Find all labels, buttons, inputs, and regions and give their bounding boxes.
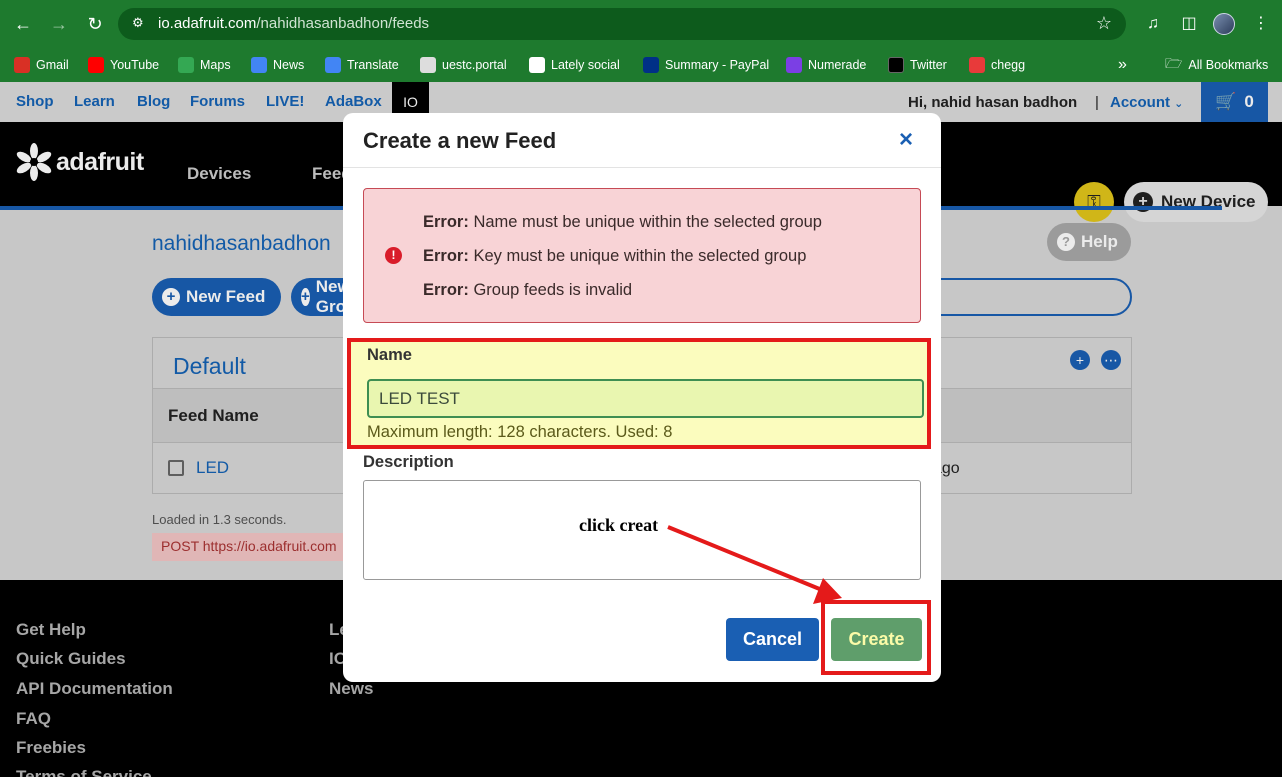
bookmark-label: Maps xyxy=(200,58,231,72)
error-text: Group feeds is invalid xyxy=(473,281,633,299)
kebab-menu-icon[interactable]: ⋮ xyxy=(1249,12,1273,36)
bookmark-maps[interactable]: Maps xyxy=(178,54,231,76)
back-arrow-icon[interactable]: ← xyxy=(12,13,34,35)
bookmark-uestc[interactable]: uestc.portal xyxy=(420,54,507,76)
cancel-button[interactable]: Cancel xyxy=(726,618,819,661)
side-panel-icon[interactable]: ◫ xyxy=(1177,12,1201,36)
bookmark-news[interactable]: News xyxy=(251,54,304,76)
bookmark-translate[interactable]: Translate xyxy=(325,54,399,76)
url-domain: io.adafruit.com xyxy=(158,15,257,32)
bookmark-twitter[interactable]: Twitter xyxy=(888,54,947,76)
url-text[interactable]: io.adafruit.com/nahidhasanbadhon/feeds xyxy=(158,15,429,32)
error-message: Error: Group feeds is invalid xyxy=(423,281,632,300)
modal-title: Create a new Feed xyxy=(363,128,557,153)
bookmark-label: chegg xyxy=(991,58,1026,72)
translate-icon xyxy=(325,57,341,73)
bookmark-label: Summary - PayPal xyxy=(665,58,770,72)
all-bookmarks[interactable]: 🗁 All Bookmarks xyxy=(1165,54,1268,76)
modal-divider xyxy=(343,167,941,168)
bookmark-label: Translate xyxy=(347,58,399,72)
bookmark-label: uestc.portal xyxy=(442,58,507,72)
name-input[interactable]: LED TEST xyxy=(367,379,924,418)
name-label: Name xyxy=(367,346,412,364)
error-text: Key must be unique within the selected g… xyxy=(473,247,807,265)
annotation-text: click creat xyxy=(579,515,659,535)
bookmark-label: Numerade xyxy=(808,58,867,72)
bookmark-star-icon[interactable]: ☆ xyxy=(1096,13,1112,34)
paypal-icon xyxy=(643,57,659,73)
site-settings-icon[interactable]: ⚙ xyxy=(132,15,150,33)
reload-icon[interactable]: ↻ xyxy=(84,13,106,35)
bookmark-chegg[interactable]: chegg xyxy=(969,54,1025,76)
youtube-icon xyxy=(88,57,104,73)
address-bar[interactable]: ⚙ io.adafruit.com/nahidhasanbadhon/feeds… xyxy=(118,8,1126,40)
error-text: Name must be unique within the selected … xyxy=(473,213,822,231)
browser-toolbar: ← → ↻ ⚙ io.adafruit.com/nahidhasanbadhon… xyxy=(0,0,1282,48)
heart-icon xyxy=(529,57,545,73)
gmail-icon xyxy=(14,57,30,73)
error-message: Error: Key must be unique within the sel… xyxy=(423,247,806,266)
bookmark-lately[interactable]: Lately social xyxy=(529,54,620,76)
bookmark-label: Twitter xyxy=(910,58,947,72)
name-length-hint: Maximum length: 128 characters. Used: 8 xyxy=(367,423,673,441)
url-path: /nahidhasanbadhon/feeds xyxy=(256,15,430,32)
error-prefix: Error: xyxy=(423,213,469,231)
all-bookmarks-label: All Bookmarks xyxy=(1188,58,1269,72)
bookmark-youtube[interactable]: YouTube xyxy=(88,54,159,76)
close-icon[interactable]: × xyxy=(899,128,913,152)
maps-icon xyxy=(178,57,194,73)
bookmark-label: Gmail xyxy=(36,58,69,72)
create-feed-modal: Create a new Feed × ! Error: Name must b… xyxy=(343,113,941,682)
media-control-icon[interactable]: ♫ xyxy=(1141,12,1165,36)
profile-avatar[interactable] xyxy=(1213,13,1235,35)
news-icon xyxy=(251,57,267,73)
x-logo-icon xyxy=(888,57,904,73)
folder-icon: 🗁 xyxy=(1165,55,1183,71)
create-highlight-box: Create xyxy=(821,600,931,675)
house-icon xyxy=(420,57,436,73)
more-bookmarks-icon[interactable]: » xyxy=(1118,54,1127,76)
flag-icon xyxy=(969,57,985,73)
error-icon: ! xyxy=(385,247,402,264)
description-label: Description xyxy=(363,453,454,471)
bookmark-gmail[interactable]: Gmail xyxy=(14,54,69,76)
create-button[interactable]: Create xyxy=(831,618,922,661)
error-message: Error: Name must be unique within the se… xyxy=(423,213,822,232)
error-alert: ! Error: Name must be unique within the … xyxy=(363,188,921,323)
forward-arrow-icon[interactable]: → xyxy=(48,13,70,35)
numerade-icon xyxy=(786,57,802,73)
error-prefix: Error: xyxy=(423,247,469,265)
error-prefix: Error: xyxy=(423,281,469,299)
bookmark-numerade[interactable]: Numerade xyxy=(786,54,866,76)
bookmark-label: News xyxy=(273,58,305,72)
bookmark-label: Lately social xyxy=(551,58,620,72)
name-field-group: Name LED TEST Maximum length: 128 charac… xyxy=(347,338,931,449)
bookmark-paypal[interactable]: Summary - PayPal xyxy=(643,54,769,76)
bookmarks-bar: Gmail YouTube Maps News Translate uestc.… xyxy=(0,48,1282,82)
bookmark-label: YouTube xyxy=(110,58,160,72)
